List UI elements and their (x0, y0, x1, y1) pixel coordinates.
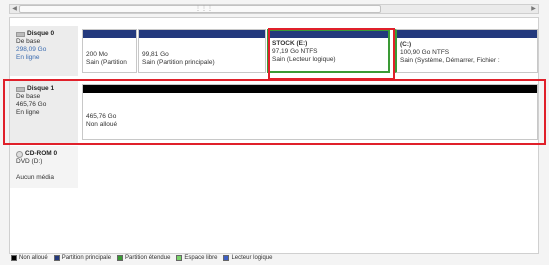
partition-primary[interactable]: 99,81 Go Sain (Partition principale) (138, 29, 266, 73)
legend-item-logical: Lecteur logique (223, 255, 272, 261)
partition-bar (83, 30, 136, 38)
legend-item-extended: Partition étendue (117, 255, 170, 261)
cdrom-header[interactable]: CD-ROM 0 DVD (D:) Aucun média (10, 146, 78, 188)
legend-swatch (223, 255, 230, 261)
partition-size: 100,90 Go NTFS (400, 49, 450, 56)
highlight-stock-partition (268, 28, 395, 80)
partition-size: 200 Mo (86, 51, 108, 58)
legend-swatch (117, 255, 124, 261)
legend-swatch (53, 255, 60, 261)
legend-label: Espace libre (184, 255, 218, 261)
scroll-right-arrow-icon[interactable]: ▶ (529, 5, 538, 13)
legend-swatch (11, 255, 17, 261)
partition-name: (C:) (400, 41, 412, 48)
cd-icon (16, 150, 23, 158)
legend-item-free: Espace libre (176, 255, 217, 261)
disk-0-title: Disque 0 (27, 30, 55, 37)
disk-0-status: En ligne (16, 54, 40, 61)
legend-swatch (176, 255, 183, 261)
partition-status: Sain (Partition principale) (142, 59, 215, 66)
cdrom-status: Aucun média (16, 174, 54, 181)
legend-label: Partition étendue (125, 255, 171, 261)
disk-0-header[interactable]: Disque 0 De base 298,09 Go En ligne (10, 26, 78, 76)
legend-label: Partition principale (61, 255, 112, 261)
partition-status: Sain (Système, Démarrer, Fichier : (400, 57, 500, 64)
legend-item-unallocated: Non alloué (11, 255, 48, 261)
highlight-disk-1 (3, 79, 546, 145)
partition-status: Sain (Partition (86, 59, 127, 66)
partition-bar (397, 30, 537, 38)
grip-icon: ⋮⋮⋮ (195, 6, 213, 12)
partition-system-reserved[interactable]: 200 Mo Sain (Partition (82, 29, 137, 73)
legend-label: Lecteur logique (231, 255, 273, 261)
legend-label: Non alloué (19, 255, 48, 261)
scroll-left-arrow-icon[interactable]: ◀ (10, 5, 19, 13)
cdrom-row: CD-ROM 0 DVD (D:) Aucun média (10, 146, 538, 188)
partition-c[interactable]: (C:) 100,90 Go NTFS Sain (Système, Démar… (395, 29, 538, 73)
partition-bar (139, 30, 265, 38)
legend: Non alloué Partition principale Partitio… (11, 255, 272, 261)
legend-item-primary: Partition principale (53, 255, 112, 261)
disk-icon (16, 31, 25, 37)
cdrom-label: DVD (D:) (16, 158, 43, 165)
disk-0-size: 298,09 Go (16, 46, 47, 53)
disk-0-type: De base (16, 38, 41, 45)
horizontal-scrollbar[interactable]: ◀ ⋮⋮⋮ ▶ (9, 4, 539, 14)
partition-size: 99,81 Go (142, 51, 169, 58)
cdrom-title: CD-ROM 0 (25, 150, 58, 157)
scrollbar-thumb[interactable]: ⋮⋮⋮ (19, 5, 381, 13)
